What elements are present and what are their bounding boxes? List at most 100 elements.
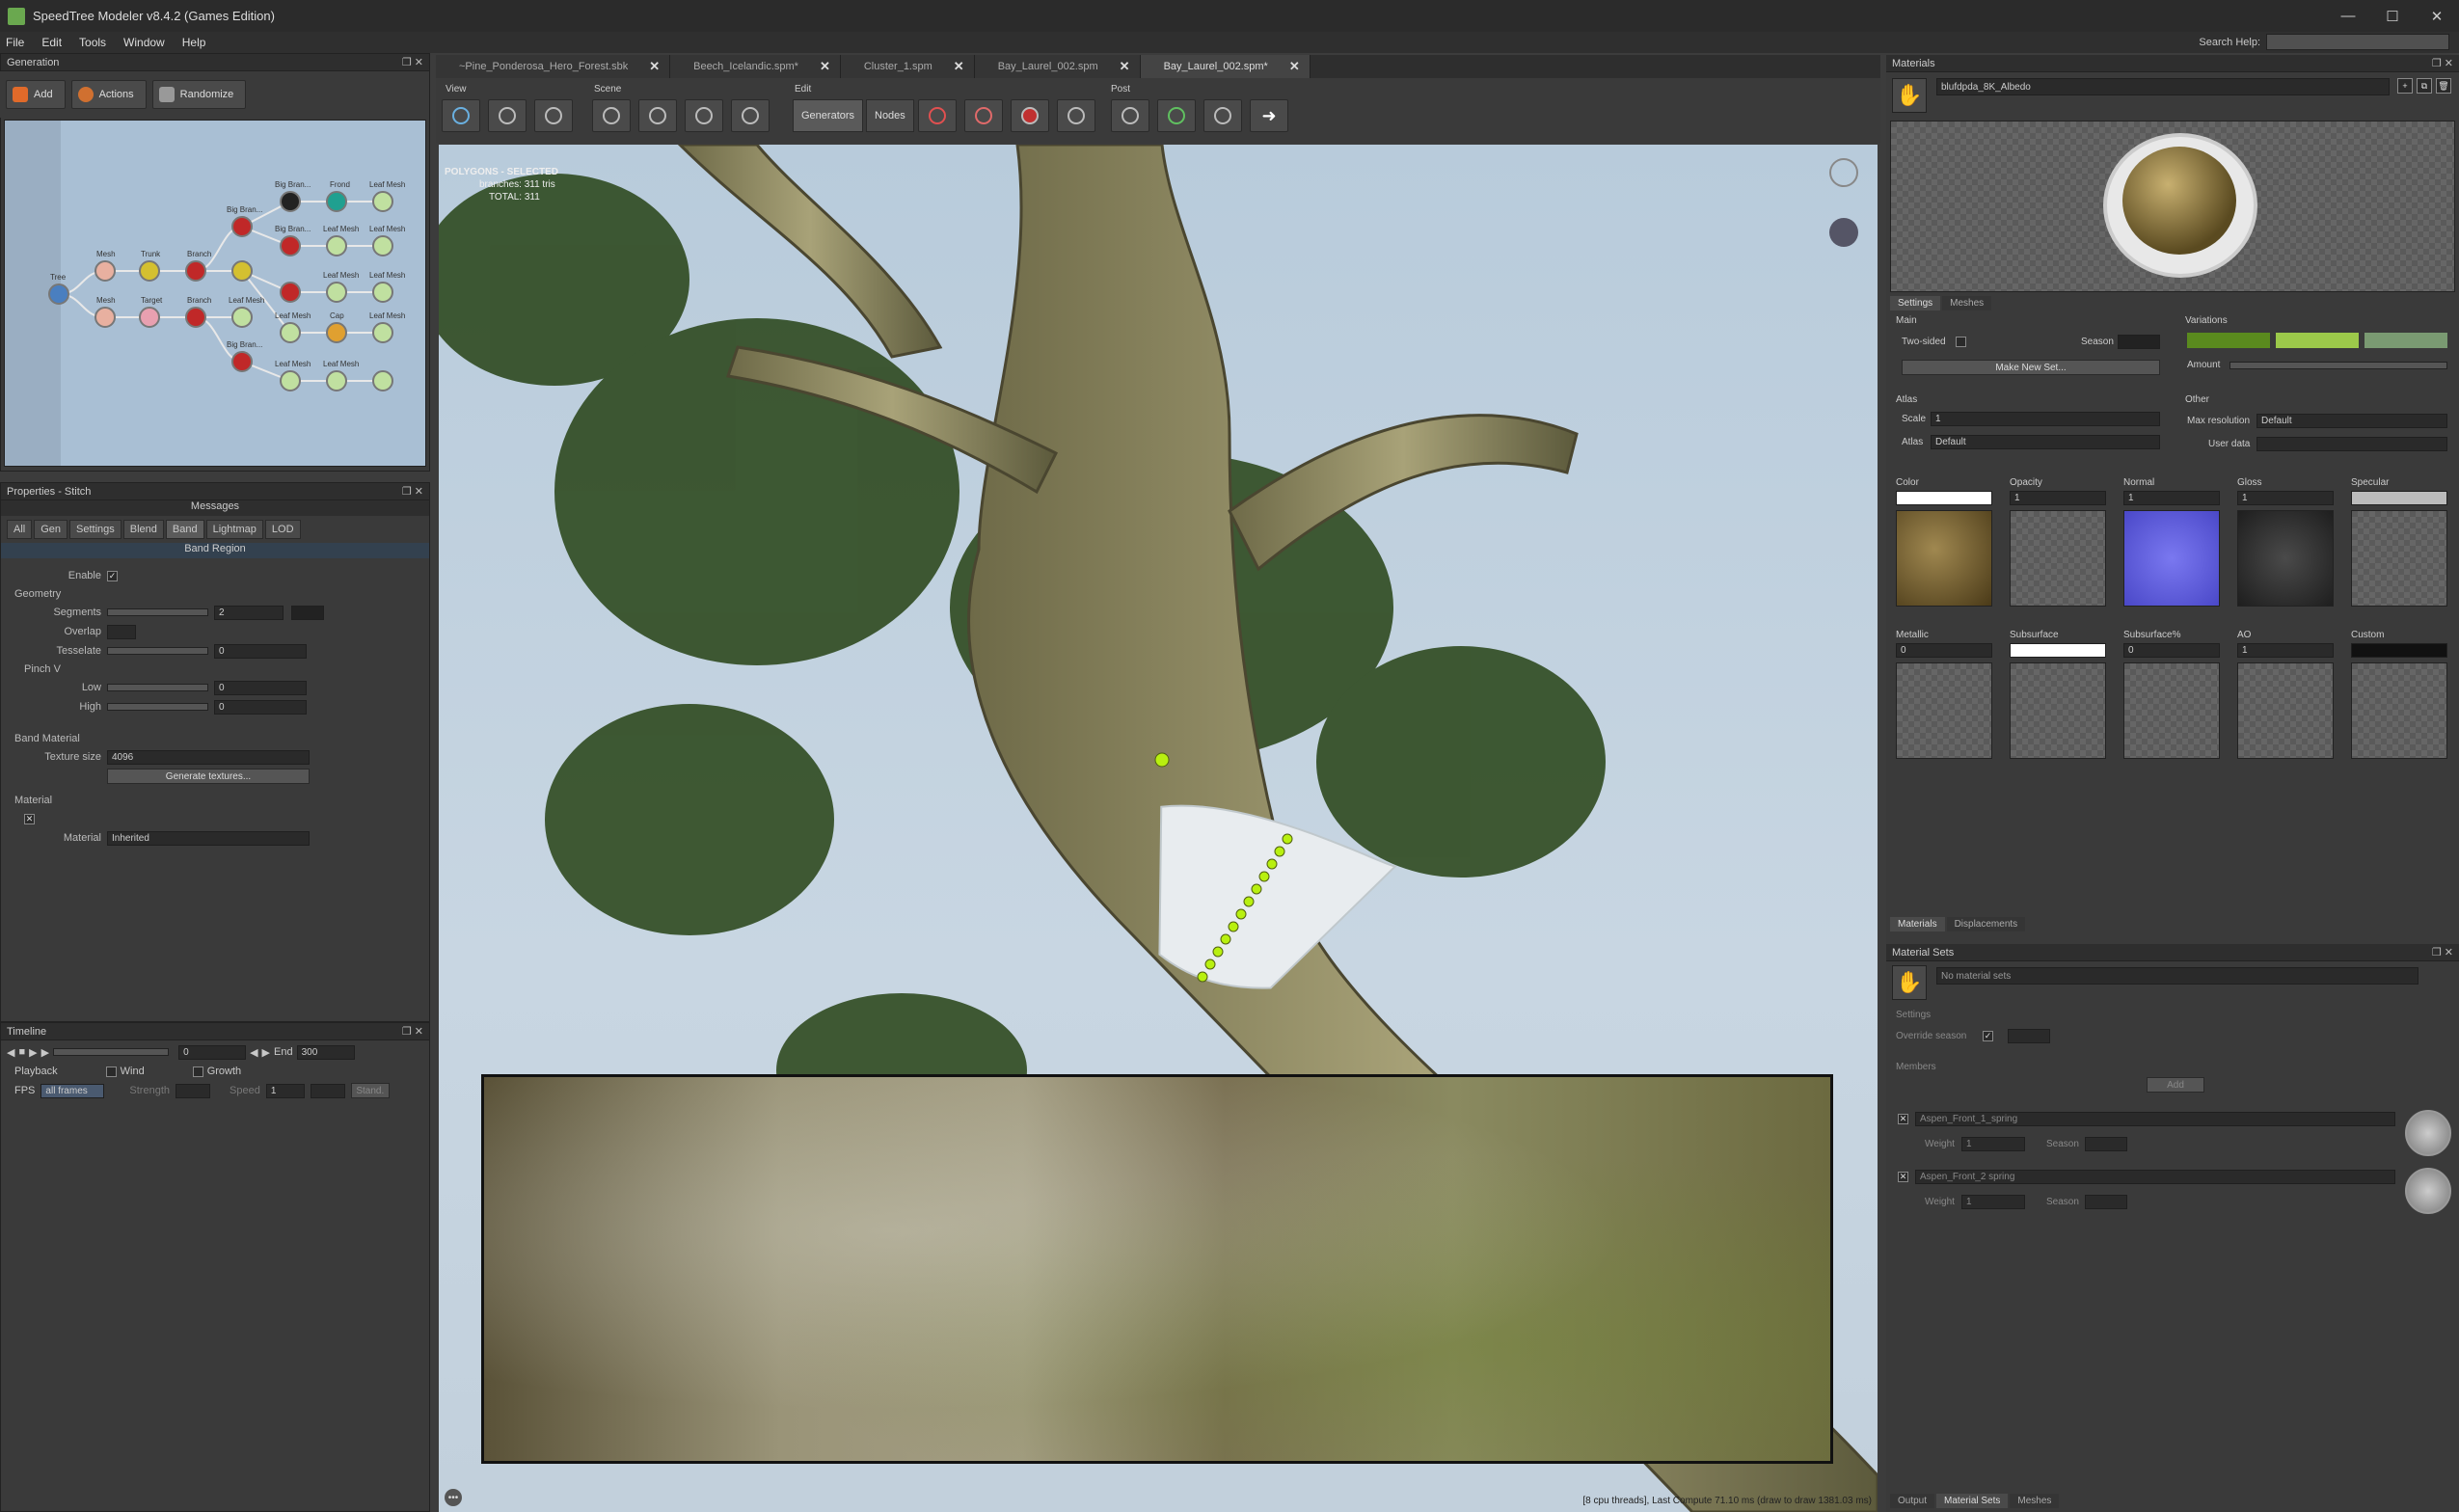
grab-hand-icon[interactable]: ✋ [1892, 78, 1927, 113]
normal-slot-field[interactable]: 1 [2123, 491, 2220, 505]
material-selector[interactable]: blufdpda_8K_Albedo [1936, 78, 2390, 95]
scene-wind-button[interactable] [685, 99, 723, 132]
node-leaf[interactable] [231, 260, 253, 282]
season-field[interactable] [2118, 335, 2160, 349]
node-leaf-mesh[interactable] [372, 370, 393, 392]
make-new-set-button[interactable]: Make New Set... [1902, 360, 2160, 375]
strength-field[interactable] [176, 1083, 210, 1098]
panel-float-close-icon[interactable]: ❐ ✕ [402, 56, 423, 68]
variation-swatch-2[interactable] [2276, 333, 2359, 348]
node-trunk[interactable] [139, 260, 160, 282]
node-big-branch[interactable] [231, 351, 253, 372]
stand-button[interactable]: Stand. [350, 1083, 390, 1098]
view-globe-button[interactable] [442, 99, 480, 132]
tab-materials[interactable]: Materials [1890, 917, 1945, 932]
delete-material-icon[interactable]: 🗑 [2436, 78, 2451, 94]
node-tree[interactable] [48, 284, 69, 305]
end-field[interactable]: 300 [296, 1044, 355, 1060]
node-leaf-mesh[interactable] [231, 307, 253, 328]
tab-settings[interactable]: Settings [69, 520, 122, 539]
3d-viewport[interactable]: POLYGONS - SELECTED branches: 311 tris T… [439, 145, 1878, 1512]
edit-paint-button[interactable] [918, 99, 957, 132]
atlas-select[interactable]: Default [1931, 435, 2160, 449]
add-material-icon[interactable]: + [2397, 78, 2413, 94]
close-tab-icon[interactable]: ✕ [820, 59, 830, 74]
segments-field[interactable]: 2 [214, 605, 284, 620]
weight-field[interactable]: 1 [1961, 1195, 2025, 1209]
speed-field[interactable]: 1 [265, 1083, 305, 1098]
tesselate-field[interactable]: 0 [214, 643, 307, 659]
close-window-button[interactable]: ✕ [2415, 0, 2459, 32]
post-hands-button[interactable] [1111, 99, 1149, 132]
menu-file[interactable]: File [6, 36, 24, 49]
node-branch[interactable] [185, 307, 206, 328]
rewind-icon[interactable]: ◀ [7, 1046, 14, 1059]
timeline-value[interactable]: 0 [178, 1044, 247, 1060]
material-preview[interactable] [1890, 121, 2455, 292]
node-leaf-mesh[interactable] [326, 370, 347, 392]
amount-slider[interactable] [2229, 362, 2447, 369]
node-branch[interactable] [185, 260, 206, 282]
node-frond[interactable] [326, 191, 347, 212]
doc-tab[interactable]: Cluster_1.spm ✕ [840, 55, 975, 78]
close-tab-icon[interactable]: ✕ [649, 59, 660, 74]
subsurface-slot-swatch[interactable] [2010, 643, 2106, 658]
menu-help[interactable]: Help [182, 36, 206, 49]
node-cap[interactable] [326, 322, 347, 343]
menu-tools[interactable]: Tools [79, 36, 106, 49]
override-season-field[interactable] [2008, 1029, 2050, 1043]
opacity-slot-field[interactable]: 1 [2010, 491, 2106, 505]
menu-window[interactable]: Window [123, 36, 165, 49]
speed-curve[interactable] [310, 1083, 345, 1098]
panel-float-close-icon[interactable]: ❐ ✕ [2432, 946, 2453, 958]
ao-texture-slot[interactable] [2237, 662, 2334, 759]
node-leaf-mesh[interactable] [372, 322, 393, 343]
tab-output[interactable]: Output [1890, 1494, 1935, 1508]
custom-texture-slot[interactable] [2351, 662, 2447, 759]
node-big-branch[interactable] [280, 191, 301, 212]
add-button[interactable]: Add [6, 80, 66, 109]
subsurface-percent-slot-field[interactable]: 0 [2123, 643, 2220, 658]
node-leaf-mesh[interactable] [372, 282, 393, 303]
metallic-slot-field[interactable]: 0 [1896, 643, 1992, 658]
subsurface-percent-texture-slot[interactable] [2123, 662, 2220, 759]
weight-field[interactable]: 1 [1961, 1137, 2025, 1151]
node-mesh[interactable] [95, 260, 116, 282]
color-texture-slot[interactable] [1896, 510, 1992, 607]
normal-texture-slot[interactable] [2123, 510, 2220, 607]
close-tab-icon[interactable]: ✕ [1289, 59, 1300, 74]
view-orbit-button[interactable] [488, 99, 527, 132]
gloss-slot-field[interactable]: 1 [2237, 491, 2334, 505]
tab-lod[interactable]: LOD [264, 520, 301, 539]
growth-checkbox[interactable] [192, 1066, 203, 1077]
node-big-branch[interactable] [280, 235, 301, 256]
node-leaf-mesh[interactable] [326, 282, 347, 303]
close-tab-icon[interactable]: ✕ [954, 59, 964, 74]
maximize-button[interactable]: ☐ [2370, 0, 2415, 32]
tab-band[interactable]: Band [165, 520, 204, 539]
low-field[interactable]: 0 [214, 680, 307, 695]
custom-slot-swatch[interactable] [2351, 643, 2447, 658]
tab-material-settings[interactable]: Settings [1890, 296, 1941, 310]
material-remove-icon[interactable]: ✕ [24, 813, 35, 824]
tab-lightmap[interactable]: Lightmap [205, 520, 263, 539]
segments-slider[interactable] [107, 608, 208, 616]
edit-record-button[interactable] [1011, 99, 1049, 132]
specular-slot-swatch[interactable] [2351, 491, 2447, 505]
variation-swatch-1[interactable] [2187, 333, 2270, 348]
view-zoom-button[interactable] [534, 99, 573, 132]
node-leaf-mesh[interactable] [372, 191, 393, 212]
actions-button[interactable]: Actions [70, 80, 147, 109]
segments-color-swatch[interactable] [291, 605, 324, 620]
max-res-select[interactable]: Default [2256, 414, 2447, 428]
metallic-texture-slot[interactable] [1896, 662, 1992, 759]
scene-light-button[interactable] [638, 99, 677, 132]
edit-knife-button[interactable] [1057, 99, 1095, 132]
search-help-input[interactable] [2266, 34, 2449, 50]
randomize-button[interactable]: Randomize [151, 80, 247, 109]
override-season-checkbox[interactable]: ✓ [1983, 1031, 1993, 1041]
node-target[interactable] [139, 307, 160, 328]
viewport-menu-icon[interactable]: ••• [445, 1489, 462, 1506]
node-mesh[interactable] [95, 307, 116, 328]
variation-swatch-3[interactable] [2364, 333, 2447, 348]
